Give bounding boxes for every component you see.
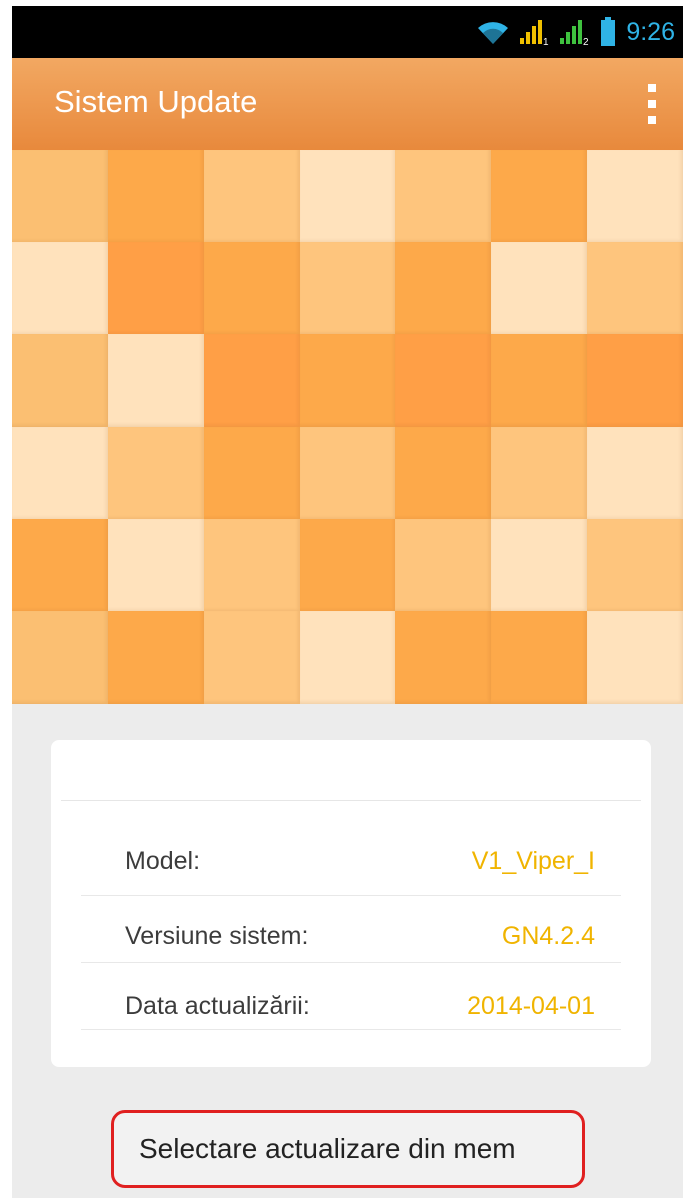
mosaic-tile — [12, 519, 108, 612]
mosaic-tile — [204, 519, 300, 612]
mosaic-tile — [300, 242, 396, 335]
mosaic-tile — [587, 427, 683, 520]
mosaic-tile — [108, 427, 204, 520]
mosaic-tile — [204, 242, 300, 335]
info-row-model: Model: V1_Viper_I — [125, 835, 595, 895]
status-time: 9:26 — [626, 17, 675, 46]
date-value: 2014-04-01 — [467, 992, 595, 1020]
model-value: V1_Viper_I — [471, 847, 595, 875]
mosaic-tile — [108, 150, 204, 243]
mosaic-tile — [108, 242, 204, 335]
mosaic-tile — [491, 150, 587, 243]
mosaic-tile — [204, 150, 300, 243]
mosaic-tile — [204, 611, 300, 704]
app-bar: Sistem Update — [12, 58, 683, 150]
app-title: Sistem Update — [54, 84, 258, 119]
mosaic-tile — [587, 334, 683, 427]
model-label: Model: — [125, 847, 201, 875]
mosaic-tile — [395, 150, 491, 243]
mosaic-tile — [491, 334, 587, 427]
mosaic-tile — [108, 334, 204, 427]
mosaic-tile — [204, 334, 300, 427]
mosaic-tile — [587, 150, 683, 243]
mosaic-tile — [300, 334, 396, 427]
mosaic-tile — [12, 611, 108, 704]
card-divider — [61, 800, 641, 801]
version-value: GN4.2.4 — [501, 922, 595, 950]
screenshot-frame: 1 2 9:26 Sistem Update Model: V1_Viper_I… — [0, 0, 693, 1198]
system-info-card: Model: V1_Viper_I Versiune sistem: GN4.2… — [51, 740, 651, 1067]
mosaic-tile — [491, 427, 587, 520]
mosaic-tile — [300, 611, 396, 704]
signal-sim2-icon: 2 — [560, 18, 590, 46]
mosaic-tile — [587, 519, 683, 612]
banner-mosaic — [12, 150, 683, 704]
mosaic-tile — [108, 611, 204, 704]
select-update-from-memory-button[interactable]: Selectare actualizare din mem — [111, 1110, 585, 1188]
mosaic-tile — [395, 611, 491, 704]
mosaic-tile — [12, 150, 108, 243]
row-divider — [81, 1029, 621, 1030]
mosaic-tile — [12, 334, 108, 427]
mosaic-tile — [491, 519, 587, 612]
mosaic-tile — [204, 427, 300, 520]
info-row-date: Data actualizării: 2014-04-01 — [125, 980, 595, 1040]
mosaic-tile — [12, 242, 108, 335]
row-divider — [81, 962, 621, 963]
mosaic-tile — [395, 242, 491, 335]
mosaic-tile — [300, 519, 396, 612]
status-bar: 1 2 9:26 — [12, 6, 683, 58]
info-row-version: Versiune sistem: GN4.2.4 — [125, 910, 595, 970]
mosaic-tile — [587, 242, 683, 335]
overflow-menu-icon[interactable] — [643, 84, 661, 124]
svg-text:1: 1 — [543, 37, 549, 46]
version-label: Versiune sistem: — [125, 922, 309, 950]
mosaic-tile — [395, 334, 491, 427]
select-update-label: Selectare actualizare din mem — [139, 1133, 516, 1164]
mosaic-tile — [395, 519, 491, 612]
mosaic-tile — [395, 427, 491, 520]
mosaic-tile — [108, 519, 204, 612]
wifi-icon — [476, 18, 510, 46]
mosaic-tile — [300, 150, 396, 243]
date-label: Data actualizării: — [125, 992, 310, 1020]
mosaic-tile — [300, 427, 396, 520]
battery-icon — [600, 17, 616, 47]
row-divider — [81, 895, 621, 896]
signal-sim1-icon: 1 — [520, 18, 550, 46]
mosaic-tile — [491, 242, 587, 335]
mosaic-tile — [12, 427, 108, 520]
phone-screen: 1 2 9:26 Sistem Update Model: V1_Viper_I… — [12, 6, 683, 1198]
mosaic-tile — [491, 611, 587, 704]
svg-text:2: 2 — [583, 37, 589, 46]
mosaic-tile — [587, 611, 683, 704]
